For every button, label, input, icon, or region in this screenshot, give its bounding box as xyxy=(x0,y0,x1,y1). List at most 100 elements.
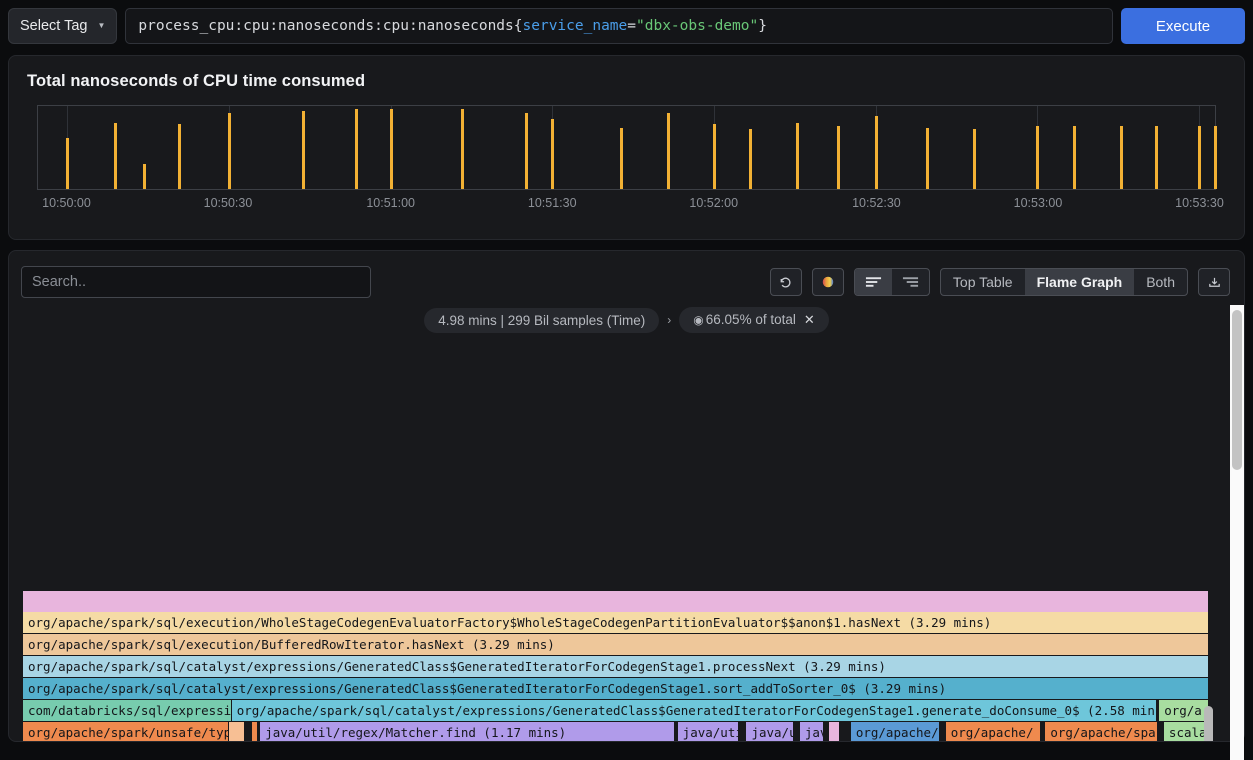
color-scheme-button[interactable] xyxy=(811,268,844,296)
flame-frame[interactable]: org/apache/ xyxy=(945,722,1041,741)
chart-bar[interactable] xyxy=(113,122,117,189)
execute-button[interactable]: Execute xyxy=(1121,8,1245,44)
align-right-button[interactable] xyxy=(892,269,929,295)
chart-bar[interactable] xyxy=(712,124,716,189)
flame-frame[interactable]: org/a xyxy=(1159,700,1209,721)
flame-frame[interactable]: java/ut xyxy=(746,722,794,741)
view-mode-both[interactable]: Both xyxy=(1134,269,1187,295)
flame-frame[interactable]: java/util/regex/Matcher.find (1.17 mins) xyxy=(260,722,676,741)
select-tag-dropdown[interactable]: Select Tag ▼ xyxy=(8,8,118,44)
chart-bar[interactable] xyxy=(525,112,529,189)
chart-plot-area[interactable] xyxy=(37,105,1217,190)
flame-frame[interactable]: org/apache/ xyxy=(850,722,940,741)
flamegraph-toolbar: Top Table Flame Graph Both xyxy=(9,251,1244,301)
flame-frame[interactable] xyxy=(251,722,258,741)
query-open-brace: { xyxy=(513,18,523,34)
color-scheme-icon xyxy=(822,276,834,288)
timeline-chart[interactable]: 10:50:00 10:50:30 10:51:00 10:51:30 10:52:00… xyxy=(37,105,1224,223)
chart-x-tick: 10:52:00 xyxy=(689,196,739,210)
chart-bar[interactable] xyxy=(925,127,929,189)
chart-bar[interactable] xyxy=(390,109,394,189)
query-input[interactable]: process_cpu:cpu:nanoseconds:cpu:nanoseco… xyxy=(125,8,1113,44)
flame-frame[interactable]: jav xyxy=(799,722,824,741)
download-icon xyxy=(1208,277,1220,287)
chart-bar[interactable] xyxy=(619,127,623,189)
flame-frame[interactable]: org/apache/spark/sql/execution/BufferedR… xyxy=(23,634,1209,655)
chart-bar[interactable] xyxy=(1119,125,1123,189)
search-input[interactable] xyxy=(21,266,371,298)
view-mode-top-table[interactable]: Top Table xyxy=(941,269,1025,295)
query-close-brace: } xyxy=(758,18,767,34)
align-right-icon xyxy=(902,277,918,287)
query-bar: Select Tag ▼ process_cpu:cpu:nanoseconds… xyxy=(0,0,1253,52)
chart-bar[interactable] xyxy=(142,164,146,189)
flame-frame[interactable]: com/databricks/sql/expressions xyxy=(23,700,232,721)
chart-x-tick: 10:50:30 xyxy=(203,196,253,210)
flamegraph-panel: Top Table Flame Graph Both 4.98 mins | 2… xyxy=(8,250,1245,742)
query-operator: = xyxy=(627,18,636,34)
chevron-down-icon: ▼ xyxy=(97,21,106,30)
chart-bar[interactable] xyxy=(227,112,231,189)
chart-bar[interactable] xyxy=(1214,125,1217,189)
flame-frame[interactable]: java/util/re xyxy=(677,722,740,741)
view-mode-group: Top Table Flame Graph Both xyxy=(939,268,1188,296)
breadcrumb-separator: › xyxy=(667,313,672,327)
flame-frame[interactable]: org/apache/spa xyxy=(1045,722,1158,741)
flame-frame[interactable]: org/apache/spark/sql/catalyst/expression… xyxy=(23,678,1209,699)
chart-bar[interactable] xyxy=(66,137,70,189)
chart-bar[interactable] xyxy=(354,109,358,189)
close-icon[interactable]: ✕ xyxy=(804,312,815,327)
flame-frame[interactable] xyxy=(23,591,1209,612)
page-scrollbar-thumb[interactable] xyxy=(1232,310,1242,470)
flame-frame[interactable] xyxy=(829,722,841,741)
timeline-panel: Total nanoseconds of CPU time consumed 1… xyxy=(8,55,1245,240)
panel-title: Total nanoseconds of CPU time consumed xyxy=(27,72,366,90)
select-tag-label: Select Tag xyxy=(20,18,88,34)
chart-bar[interactable] xyxy=(551,119,555,189)
align-left-icon xyxy=(865,277,881,287)
chart-bar[interactable] xyxy=(796,122,800,189)
query-label-value: "dbx-obs-demo" xyxy=(636,18,759,34)
view-mode-flame-graph[interactable]: Flame Graph xyxy=(1024,269,1135,295)
chart-bar[interactable] xyxy=(1072,125,1076,189)
chart-bar[interactable] xyxy=(1197,125,1201,189)
chart-bar[interactable] xyxy=(875,115,879,189)
reset-view-button[interactable] xyxy=(769,268,802,296)
breadcrumb-root[interactable]: 4.98 mins | 299 Bil samples (Time) xyxy=(424,307,660,333)
chart-x-tick: 10:53:00 xyxy=(1013,196,1063,210)
align-mode-group xyxy=(853,268,930,296)
chart-x-axis: 10:50:00 10:50:30 10:51:00 10:51:30 10:52:00… xyxy=(37,196,1224,218)
chart-bar[interactable] xyxy=(749,129,753,189)
chart-x-tick: 10:51:30 xyxy=(527,196,577,210)
breadcrumb-filter[interactable]: ◉ 66.05% of total ✕ xyxy=(679,307,829,333)
query-metric: process_cpu:cpu:nanoseconds:cpu:nanoseco… xyxy=(138,18,514,34)
flame-frame[interactable]: scala xyxy=(1163,722,1209,741)
eye-icon: ◉ xyxy=(693,313,704,327)
chart-bar[interactable] xyxy=(301,110,305,189)
undo-reset-icon xyxy=(781,277,791,287)
toolbar-controls: Top Table Flame Graph Both xyxy=(769,268,1230,296)
flame-frame[interactable]: org/apache/spark/sql/execution/WholeStag… xyxy=(23,612,1209,633)
chart-x-tick: 10:51:00 xyxy=(366,196,416,210)
chart-x-tick: 10:53:30 xyxy=(1175,196,1224,210)
profiling-app: Select Tag ▼ process_cpu:cpu:nanoseconds… xyxy=(0,0,1253,760)
flame-frame[interactable]: org/apache/spark/sql/catalyst/expression… xyxy=(231,700,1157,721)
download-button[interactable] xyxy=(1198,268,1230,296)
chart-x-tick: 10:50:00 xyxy=(42,196,91,210)
breadcrumb: 4.98 mins | 299 Bil samples (Time) › ◉ 66… xyxy=(9,305,1244,335)
chart-bar[interactable] xyxy=(972,129,976,189)
chart-bar[interactable] xyxy=(460,109,464,189)
chart-bar[interactable] xyxy=(1036,125,1040,189)
flame-frame[interactable]: org/apache/spark/sql/catalyst/expression… xyxy=(23,656,1209,677)
chart-bar[interactable] xyxy=(1155,125,1159,189)
breadcrumb-filter-label: 66.05% of total xyxy=(705,312,796,327)
flamegraph-scrollbar-thumb[interactable] xyxy=(1204,706,1213,741)
chart-bar[interactable] xyxy=(666,112,670,189)
flame-frame[interactable]: org/apache/spark/unsafe/types xyxy=(23,722,230,741)
chart-bar[interactable] xyxy=(837,125,841,189)
flame-frame[interactable] xyxy=(229,722,245,741)
align-left-button[interactable] xyxy=(854,269,892,295)
chart-x-tick: 10:52:30 xyxy=(852,196,901,210)
flamegraph-viewport[interactable]: org/apache/spark/sql/execution/WholeStag… xyxy=(23,591,1214,741)
chart-bar[interactable] xyxy=(178,124,182,189)
